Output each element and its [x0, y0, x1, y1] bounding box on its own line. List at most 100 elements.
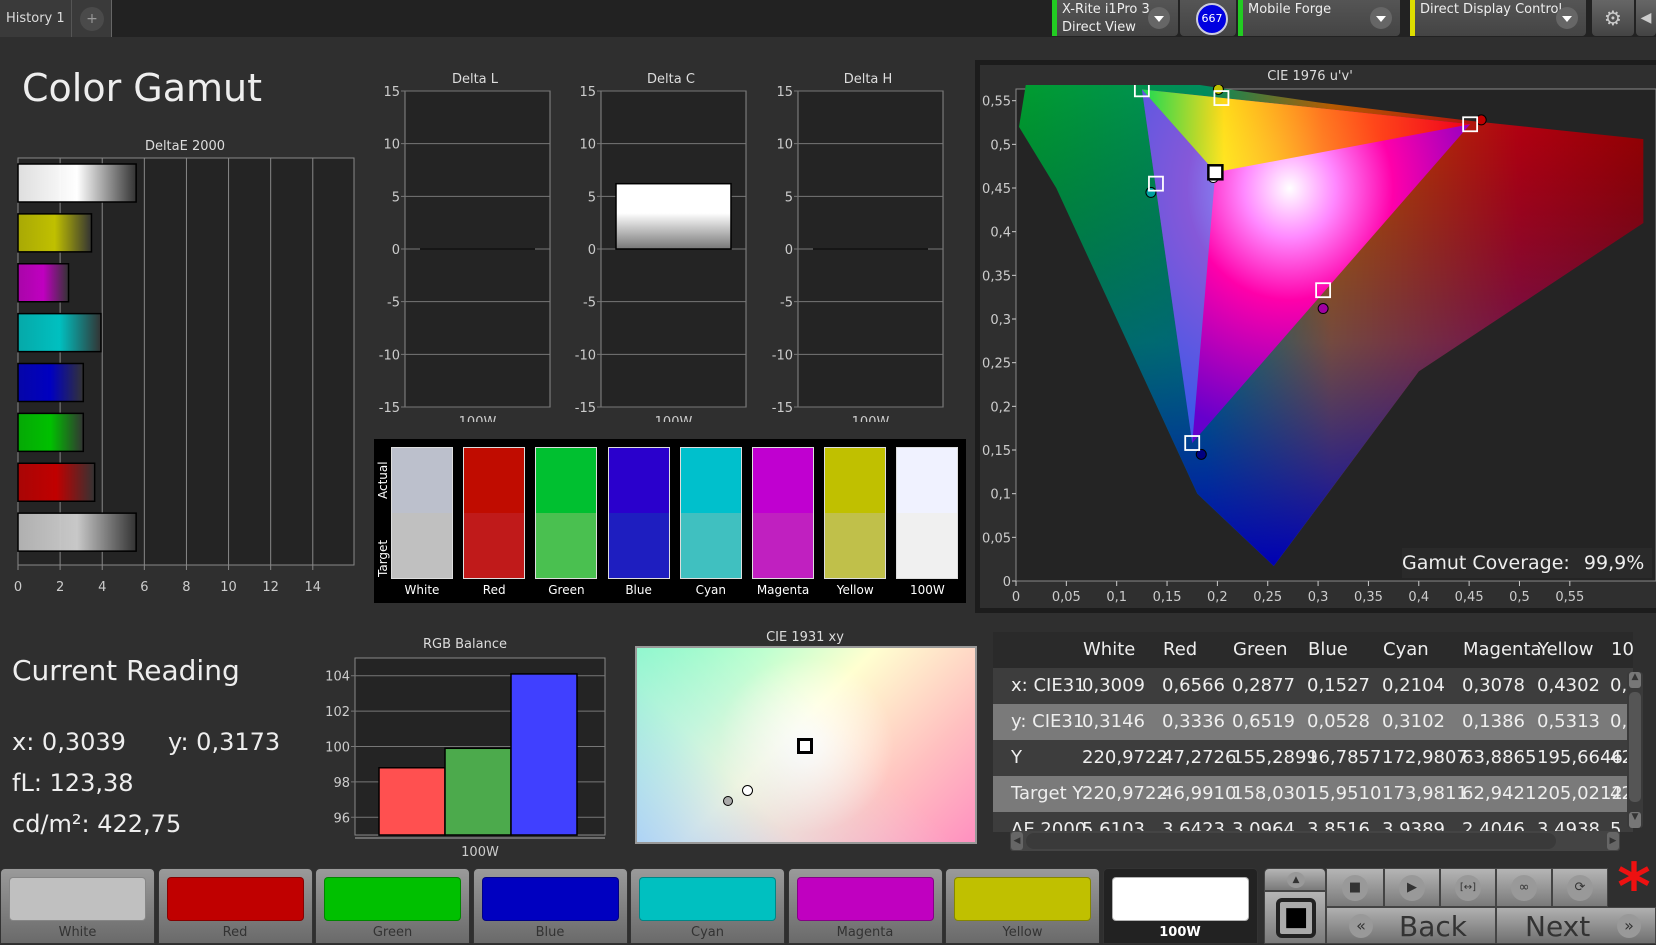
table-cell: 0,1527	[1307, 675, 1370, 696]
measure-range-button[interactable]: [↔]	[1440, 868, 1496, 907]
delta-tick-label: 0	[785, 243, 793, 258]
deltae-tick-label: 2	[56, 580, 64, 595]
next-button[interactable]: Next »	[1496, 907, 1656, 944]
swatch-target	[897, 513, 958, 578]
swatch-label: White	[404, 583, 440, 597]
profile-select[interactable]: Mobile Forge	[1238, 0, 1400, 36]
patch-color	[166, 877, 304, 921]
swatch-actual	[680, 448, 741, 513]
cie-y-tick-label: 0,45	[982, 182, 1011, 197]
table-cell: 0,6519	[1232, 711, 1295, 732]
target-label: Target	[376, 539, 390, 577]
stop-measure-button[interactable]: ■	[1264, 891, 1326, 944]
collapse-button[interactable]: ◀	[1636, 0, 1656, 36]
table-cell: 0,3078	[1462, 675, 1525, 696]
patch-button-cyan[interactable]: Cyan	[630, 868, 785, 944]
swatch-target	[536, 513, 597, 578]
deltae-tick-label: 8	[182, 580, 190, 595]
play-button[interactable]: ▶	[1384, 868, 1440, 907]
back-button[interactable]: « Back	[1326, 907, 1496, 944]
patch-button-magenta[interactable]: Magenta	[787, 868, 943, 944]
patch-color	[9, 877, 146, 921]
double-chevron-right-icon: »	[1617, 914, 1641, 938]
delta-tick-label: -15	[575, 401, 596, 416]
scroll-down-button[interactable]: ▼	[1629, 812, 1641, 828]
table-cell: 0,2104	[1382, 675, 1445, 696]
gamut-coverage: Gamut Coverage: 99,9%	[1402, 548, 1652, 578]
meter-badge[interactable]: 667	[1196, 3, 1228, 35]
table-cell: 0,	[1610, 711, 1628, 732]
table-hscrollbar[interactable]: ◀ ▶	[1010, 831, 1620, 851]
scroll-thumb[interactable]	[1629, 692, 1641, 802]
table-vscrollbar[interactable]: ▲ ▼	[1627, 672, 1643, 828]
measured-point-cyan	[1145, 186, 1157, 198]
patch-button-yellow[interactable]: Yellow	[945, 868, 1100, 944]
swatch-actual	[464, 448, 525, 513]
deltae-tick-label: 0	[14, 580, 22, 595]
meter-select[interactable]: X-Rite i1Pro 3 Direct View	[1052, 0, 1178, 36]
table-cell: 2,4046	[1462, 819, 1525, 832]
asterisk-icon[interactable]: *	[1612, 856, 1656, 920]
delta-tick-label: 15	[579, 85, 596, 100]
add-tab-button[interactable]: +	[72, 0, 112, 37]
table-row: x: CIE31 0,3009 0,6566 0,2877 0,1527 0,2104 0,…	[993, 668, 1633, 704]
swatch-green	[535, 447, 598, 579]
reading-cdm2: cd/m²: 422,75	[12, 810, 182, 838]
up-button[interactable]: ▲	[1264, 868, 1326, 891]
chevron-down-icon[interactable]	[1556, 7, 1578, 29]
rgb-bar-b	[510, 673, 578, 836]
delta-tick-label: 10	[383, 138, 400, 153]
patch-label: Red	[222, 925, 248, 940]
settings-button[interactable]: ⚙	[1592, 0, 1634, 36]
table-cell: 3,8516	[1307, 819, 1370, 832]
cie-uv-title: CIE 1976 u'v'	[1267, 69, 1353, 84]
rgb-category-label: 100W	[461, 845, 499, 860]
chevron-down-icon[interactable]	[1370, 7, 1392, 29]
display-control-select[interactable]: Direct Display Control	[1410, 0, 1586, 36]
cie-x-tick-label: 0,45	[1455, 590, 1484, 605]
delta-bar	[615, 182, 732, 250]
cie-x-tick-label: 0,25	[1253, 590, 1282, 605]
swatch-label: 100W	[910, 583, 945, 597]
measured-point-magenta	[1317, 303, 1329, 315]
rgb-bar-g	[444, 747, 512, 836]
patch-color	[796, 877, 934, 921]
patch-color	[639, 877, 776, 921]
patch-label: Blue	[535, 925, 565, 940]
table-cell: 0,3146	[1082, 711, 1145, 732]
delta-category-label: 100W	[459, 415, 497, 422]
hscroll-thumb[interactable]	[1026, 833, 1556, 849]
patch-button-blue[interactable]: Blue	[472, 868, 628, 944]
meter-status-bar	[1052, 0, 1057, 36]
patch-button-green[interactable]: Green	[315, 868, 470, 944]
loop-button[interactable]: ∞	[1496, 868, 1552, 907]
table-cell: 173,9811	[1382, 783, 1468, 804]
patch-button-red[interactable]: Red	[157, 868, 313, 944]
cie-y-tick-label: 0,35	[982, 269, 1011, 284]
scroll-up-button[interactable]: ▲	[1629, 672, 1641, 688]
swatch-label: Blue	[625, 583, 652, 597]
gamut-coverage-value: 99,9%	[1583, 552, 1645, 574]
tab-history-1[interactable]: History 1	[0, 0, 72, 37]
patch-button-white[interactable]: White	[0, 868, 155, 944]
deltae-bar-green	[17, 412, 85, 453]
target-label-box: Target	[376, 515, 392, 577]
infinity-icon: ∞	[1511, 874, 1537, 901]
swatch-actual	[608, 448, 669, 513]
cie-x-tick-label: 0,05	[1052, 590, 1081, 605]
stop-button[interactable]: ■	[1326, 868, 1384, 907]
refresh-button[interactable]: ⟳	[1552, 868, 1608, 907]
table-row-label: y: CIE31	[1011, 711, 1085, 732]
range-icon: [↔]	[1455, 874, 1481, 901]
table-row: Y 220,9722 47,2726 155,2899 16,7857 172,9807 6…	[993, 740, 1633, 776]
patch-button-100w[interactable]: 100W	[1102, 868, 1258, 944]
scroll-right-button[interactable]: ▶	[1607, 832, 1619, 850]
scroll-left-button[interactable]: ◀	[1011, 832, 1023, 850]
table-cell: 46,9910	[1162, 783, 1237, 804]
delta-tick-label: -10	[379, 348, 400, 363]
chevron-down-icon[interactable]	[1148, 7, 1170, 29]
table-cell: 3,0964	[1232, 819, 1295, 832]
delta-tick-label: 5	[392, 190, 400, 205]
swatch-actual	[897, 448, 958, 513]
swatch-label: Red	[482, 583, 506, 597]
